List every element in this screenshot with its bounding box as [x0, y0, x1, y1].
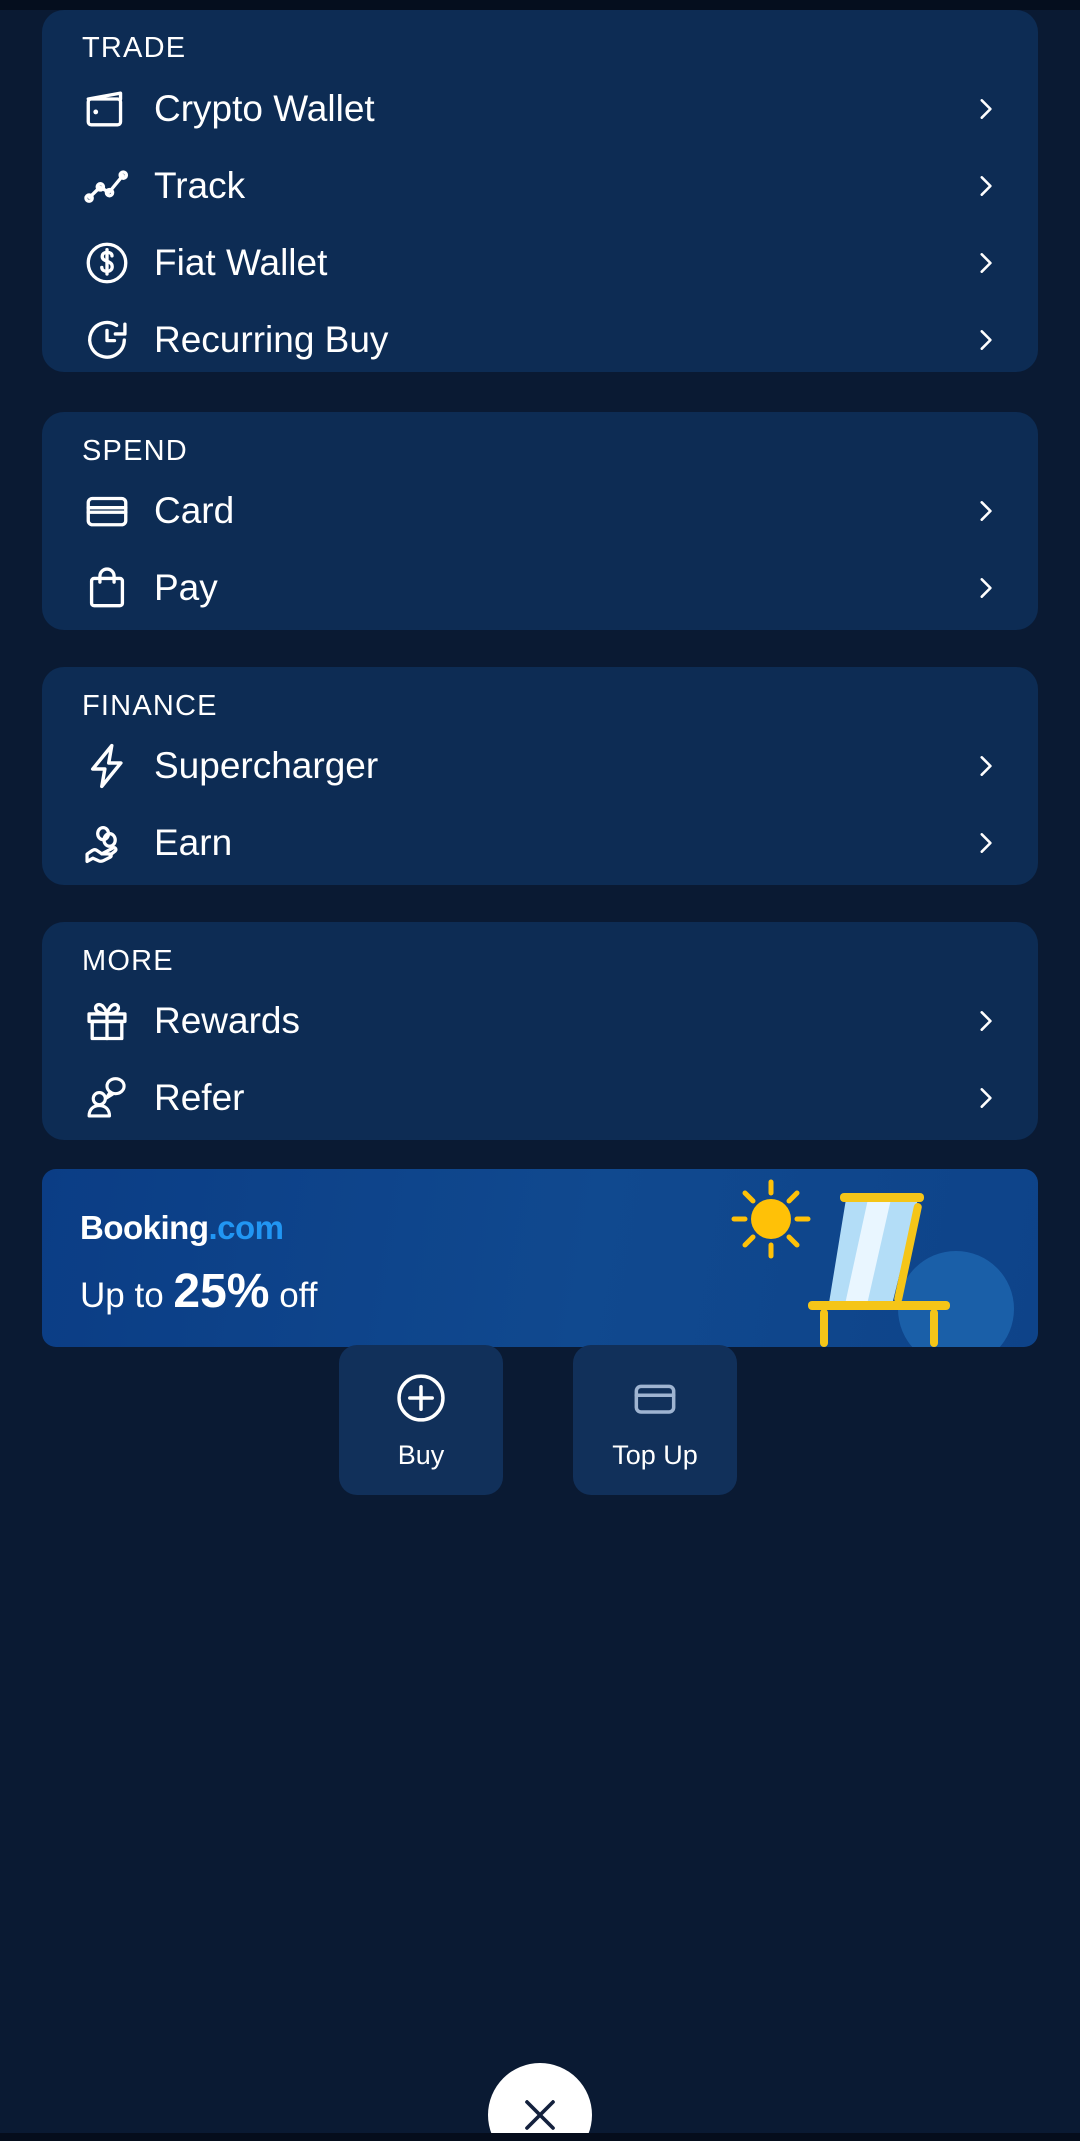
menu-item-label: Supercharger	[154, 745, 379, 786]
offer-prefix: Up to	[80, 1276, 174, 1315]
top-up-button-label: Top Up	[612, 1439, 698, 1470]
section-card-spend: SPEND Card Pay	[42, 412, 1038, 630]
menu-item-track[interactable]: Track	[42, 147, 1038, 225]
bottom-edge-strip	[0, 2133, 1080, 2141]
booking-offer-text: Up to 25% off	[80, 1264, 317, 1319]
close-button[interactable]	[488, 2063, 592, 2141]
chevron-right-icon	[980, 1011, 992, 1031]
menu-item-rewards[interactable]: Rewards	[42, 982, 1038, 1060]
plus-circle-icon	[397, 1373, 445, 1422]
chevron-right-icon	[980, 578, 992, 598]
chevron-right-icon	[980, 330, 992, 350]
menu-item-label: Recurring Buy	[154, 319, 389, 360]
menu-item-crypto-wallet[interactable]: Crypto Wallet	[42, 70, 1038, 148]
menu-item-recurring-buy[interactable]: Recurring Buy	[42, 301, 1038, 379]
gift-icon	[70, 996, 144, 1046]
chevron-right-icon	[980, 501, 992, 521]
section-card-trade: TRADE Crypto Wallet Track Fiat Wallet Re…	[42, 10, 1038, 372]
section-heading-more: MORE	[82, 945, 174, 977]
menu-item-fiat-wallet[interactable]: Fiat Wallet	[42, 224, 1038, 302]
menu-item-refer[interactable]: Refer	[42, 1059, 1038, 1137]
booking-brand-suffix: .com	[208, 1209, 284, 1246]
chevron-right-icon	[980, 1088, 992, 1108]
dollar-circle-icon	[70, 238, 144, 288]
chevron-right-icon	[980, 99, 992, 119]
credit-card-icon	[70, 486, 144, 536]
booking-brand-text: Booking	[80, 1209, 209, 1246]
menu-item-label: Rewards	[154, 1000, 300, 1041]
line-chart-icon	[70, 161, 144, 211]
offer-suffix: off	[269, 1276, 318, 1315]
offer-amount: 25%	[173, 1265, 270, 1318]
menu-item-supercharger[interactable]: Supercharger	[42, 727, 1038, 805]
chevron-right-icon	[980, 176, 992, 196]
menu-item-card[interactable]: Card	[42, 472, 1038, 550]
beach-chair-sun-illustration	[731, 1179, 1014, 1347]
card-icon	[634, 1384, 676, 1414]
booking-logo: Booking.com	[80, 1209, 284, 1247]
menu-item-label: Fiat Wallet	[154, 242, 328, 283]
lightning-bolt-icon	[70, 740, 144, 792]
wallet-icon	[70, 84, 144, 134]
booking-promo-banner[interactable]: Booking.com Up to 25% off	[42, 1169, 1038, 1347]
chevron-right-icon	[980, 756, 992, 776]
menu-item-label: Track	[154, 165, 246, 206]
person-speech-bubble-icon	[70, 1073, 144, 1123]
section-heading-trade: TRADE	[82, 32, 187, 64]
menu-item-pay[interactable]: Pay	[42, 549, 1038, 627]
menu-item-label: Earn	[154, 822, 233, 863]
buy-button[interactable]: Buy	[339, 1345, 503, 1495]
menu-item-label: Card	[154, 490, 235, 531]
section-heading-spend: SPEND	[82, 435, 188, 467]
chevron-right-icon	[980, 833, 992, 853]
menu-item-label: Pay	[154, 567, 218, 608]
section-card-more: MORE Rewards Refer	[42, 922, 1038, 1140]
menu-item-earn[interactable]: Earn	[42, 804, 1038, 882]
coins-hand-icon	[70, 817, 144, 869]
chevron-right-icon	[980, 253, 992, 273]
menu-item-label: Refer	[154, 1077, 245, 1118]
section-heading-finance: FINANCE	[82, 690, 218, 722]
top-edge-strip	[0, 0, 1080, 10]
app-menu-screen: TRADE Crypto Wallet Track Fiat Wallet Re…	[0, 0, 1080, 2141]
buy-button-label: Buy	[397, 1439, 445, 1470]
shopping-bag-icon	[70, 563, 144, 613]
top-up-button[interactable]: Top Up	[573, 1345, 737, 1495]
menu-item-label: Crypto Wallet	[154, 88, 375, 129]
clock-refresh-icon	[70, 315, 144, 365]
section-card-finance: FINANCE Supercharger Earn	[42, 667, 1038, 885]
